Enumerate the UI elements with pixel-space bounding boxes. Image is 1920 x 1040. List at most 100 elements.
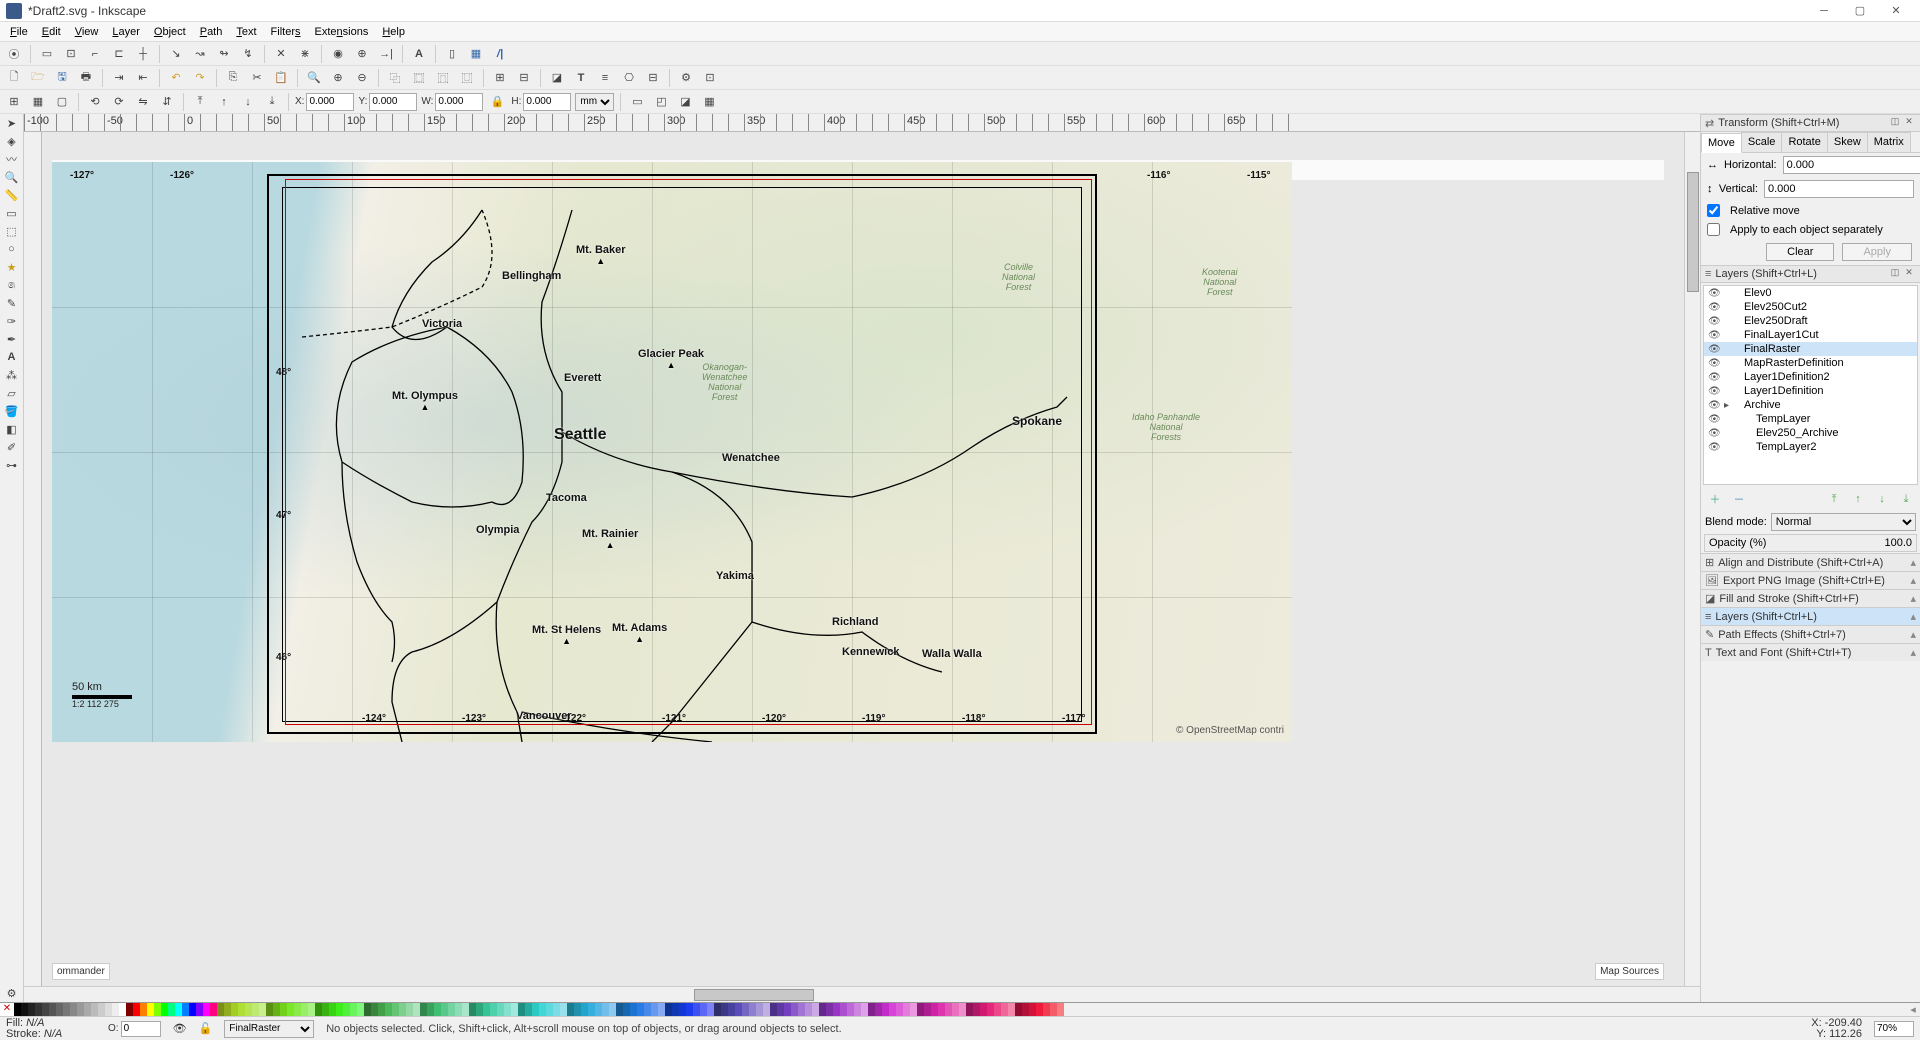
maximize-button[interactable]: ▢: [1842, 1, 1878, 21]
measure-tool-icon[interactable]: 📏: [1, 186, 23, 204]
layer-row[interactable]: 👁TempLayer: [1704, 412, 1917, 426]
color-swatch[interactable]: [616, 1003, 623, 1017]
color-swatch[interactable]: [672, 1003, 679, 1017]
snap-node-icon[interactable]: ⊡: [61, 44, 81, 64]
layer-bottom-icon[interactable]: ⤓: [1896, 489, 1916, 509]
color-swatch[interactable]: [189, 1003, 196, 1017]
rect-tool-icon[interactable]: ▭: [1, 204, 23, 222]
color-swatch[interactable]: [161, 1003, 168, 1017]
color-swatch[interactable]: [1050, 1003, 1057, 1017]
color-swatch[interactable]: [455, 1003, 462, 1017]
color-swatch[interactable]: [1057, 1003, 1064, 1017]
color-swatch[interactable]: [315, 1003, 322, 1017]
snap-edge-icon[interactable]: ⊏: [109, 44, 129, 64]
color-swatch[interactable]: [539, 1003, 546, 1017]
docked-panel-tab[interactable]: TText and Font (Shift+Ctrl+T)▴: [1701, 643, 1920, 661]
menu-filters[interactable]: Filters: [265, 24, 307, 40]
snap-page-icon[interactable]: ▯: [442, 44, 462, 64]
eye-icon[interactable]: 👁: [1708, 372, 1720, 383]
horizontal-input[interactable]: [1783, 156, 1920, 174]
zoom-sel-icon[interactable]: 🔍: [304, 68, 324, 88]
affect-corner-icon[interactable]: ◰: [651, 92, 671, 112]
lower-icon[interactable]: ↓: [238, 92, 258, 112]
color-swatch[interactable]: [798, 1003, 805, 1017]
new-icon[interactable]: 🗋: [4, 68, 24, 88]
color-swatch[interactable]: [98, 1003, 105, 1017]
color-swatch[interactable]: [924, 1003, 931, 1017]
color-swatch[interactable]: [728, 1003, 735, 1017]
zoom-page-icon[interactable]: ⊖: [352, 68, 372, 88]
eye-icon[interactable]: 👁: [1708, 428, 1720, 439]
close-icon[interactable]: ✕: [1902, 267, 1916, 281]
layer-row[interactable]: 👁Layer1Definition: [1704, 384, 1917, 398]
color-swatch[interactable]: [882, 1003, 889, 1017]
color-swatch[interactable]: [644, 1003, 651, 1017]
transform-panel-header[interactable]: ⇄ Transform (Shift+Ctrl+M) ◫ ✕: [1701, 114, 1920, 132]
menu-edit[interactable]: Edit: [36, 24, 67, 40]
color-swatch[interactable]: [854, 1003, 861, 1017]
rotate-ccw-icon[interactable]: ⟲: [85, 92, 105, 112]
color-swatch[interactable]: [385, 1003, 392, 1017]
add-layer-icon[interactable]: ＋: [1705, 489, 1725, 509]
select-tool-icon[interactable]: ➤: [1, 114, 23, 132]
apply-each-checkbox[interactable]: [1707, 223, 1720, 236]
color-swatch[interactable]: [847, 1003, 854, 1017]
color-swatch[interactable]: [42, 1003, 49, 1017]
layer-row[interactable]: 👁Elev250Cut2: [1704, 300, 1917, 314]
color-swatch[interactable]: [336, 1003, 343, 1017]
eye-icon[interactable]: 👁: [1708, 330, 1720, 341]
color-swatch[interactable]: [819, 1003, 826, 1017]
color-swatch[interactable]: [357, 1003, 364, 1017]
color-swatch[interactable]: [560, 1003, 567, 1017]
lock-aspect-icon[interactable]: 🔒: [487, 92, 507, 112]
color-swatch[interactable]: [343, 1003, 350, 1017]
color-swatch[interactable]: [826, 1003, 833, 1017]
color-swatch[interactable]: [637, 1003, 644, 1017]
color-swatch[interactable]: [917, 1003, 924, 1017]
color-swatch[interactable]: [266, 1003, 273, 1017]
copy-icon[interactable]: ⎘: [223, 68, 243, 88]
color-swatch[interactable]: [896, 1003, 903, 1017]
gear-tool-icon[interactable]: ⚙: [1, 984, 23, 1002]
color-swatch[interactable]: [889, 1003, 896, 1017]
dock-icon[interactable]: ◫: [1888, 267, 1902, 281]
tab-skew[interactable]: Skew: [1827, 132, 1868, 152]
color-swatch[interactable]: [742, 1003, 749, 1017]
open-icon[interactable]: 🗁: [28, 68, 48, 88]
snap-grid-icon[interactable]: ▦: [466, 44, 486, 64]
color-swatch[interactable]: [168, 1003, 175, 1017]
unlink-icon[interactable]: ⿵: [433, 68, 453, 88]
color-swatch[interactable]: [574, 1003, 581, 1017]
layers-icon[interactable]: ≡: [595, 68, 615, 88]
color-swatch[interactable]: [504, 1003, 511, 1017]
color-swatch[interactable]: [707, 1003, 714, 1017]
color-swatch[interactable]: [14, 1003, 21, 1017]
zoom-input[interactable]: [1874, 1021, 1914, 1037]
color-swatch[interactable]: [427, 1003, 434, 1017]
eraser-tool-icon[interactable]: ▱: [1, 384, 23, 402]
color-swatch[interactable]: [581, 1003, 588, 1017]
layer-lock-icon[interactable]: 🔓: [199, 1022, 213, 1035]
zoom-draw-icon[interactable]: ⊕: [328, 68, 348, 88]
color-palette[interactable]: ✕ ◂: [0, 1002, 1920, 1016]
opacity-value[interactable]: 100.0: [1884, 537, 1912, 549]
color-swatch[interactable]: [175, 1003, 182, 1017]
snap-corner-icon[interactable]: ⌐: [85, 44, 105, 64]
color-swatch[interactable]: [224, 1003, 231, 1017]
snap-int2-icon[interactable]: ⋇: [295, 44, 315, 64]
snap-curve1-icon[interactable]: ↝: [190, 44, 210, 64]
color-swatch[interactable]: [763, 1003, 770, 1017]
snap-mid-icon[interactable]: ┼: [133, 44, 153, 64]
snap-curve2-icon[interactable]: ↬: [214, 44, 234, 64]
color-swatch[interactable]: [364, 1003, 371, 1017]
color-swatch[interactable]: [679, 1003, 686, 1017]
docked-panel-tab[interactable]: ◪Fill and Stroke (Shift+Ctrl+F)▴: [1701, 589, 1920, 607]
circle-tool-icon[interactable]: ○: [1, 240, 23, 258]
remove-layer-icon[interactable]: －: [1729, 489, 1749, 509]
close-icon[interactable]: ✕: [1902, 116, 1916, 130]
layer-top-icon[interactable]: ⤒: [1824, 489, 1844, 509]
color-swatch[interactable]: [770, 1003, 777, 1017]
color-swatch[interactable]: [119, 1003, 126, 1017]
layer-row[interactable]: 👁FinalRaster: [1704, 342, 1917, 356]
color-swatch[interactable]: [238, 1003, 245, 1017]
